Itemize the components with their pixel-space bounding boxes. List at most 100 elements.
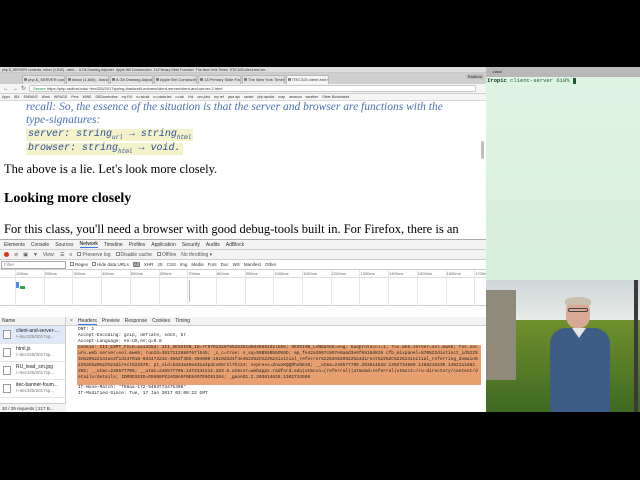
filter-icon[interactable]: ▼ (33, 252, 38, 258)
browser-tab[interactable]: Apple iBrl Construction (154, 75, 197, 84)
top-strip-item[interactable]: The New York Times (196, 67, 228, 72)
browser-tab[interactable]: ITEC325 client and ser... (286, 75, 329, 84)
devtools-tab-profiles[interactable]: Profiles (129, 242, 146, 248)
top-strip-item[interactable]: Apple iBrl Construction (116, 67, 152, 72)
bookmark-item[interactable]: ru-wk (175, 94, 184, 100)
request-row[interactable]: itec-banner-foum.../~itec325/2017sp... (0, 380, 65, 398)
bookmark-item[interactable]: Hol (188, 94, 193, 100)
bookmark-item[interactable]: amazon (289, 94, 301, 100)
regex-checkbox[interactable]: Regex (70, 262, 88, 267)
timeline-gridline (72, 270, 74, 306)
detail-tab-headers[interactable]: Headers (77, 318, 97, 325)
name-column-header[interactable]: Name (0, 317, 65, 326)
bookmark-item[interactable]: weather (306, 94, 318, 100)
bookmark-item[interactable]: ru-wk/sit (136, 94, 149, 100)
hide-data-urls-checkbox[interactable]: Hide data URLs (92, 262, 129, 267)
filter-type-manifest[interactable]: Manifest (244, 262, 261, 267)
profile-badge[interactable]: Radford (465, 74, 484, 79)
devtools-tab-network[interactable]: Network (79, 241, 98, 248)
preserve-log-checkbox[interactable]: Preserve log (77, 251, 111, 258)
detail-tab-cookies[interactable]: Cookies (152, 318, 170, 324)
address-bar: ← → ↻ Secure https://php.radford.edu/~it… (0, 84, 486, 94)
waterfall-view-icon[interactable]: ≡ (70, 252, 73, 258)
bookmark-item[interactable]: racket (244, 94, 254, 100)
offline-checkbox[interactable]: Offline (156, 251, 176, 258)
filter-type-js[interactable]: JS (157, 262, 162, 267)
filter-type-xhr[interactable]: XHR (144, 262, 154, 267)
camera-icon[interactable]: ▣ (23, 252, 28, 258)
devtools-tab-adblock[interactable]: AdBlock (226, 242, 244, 248)
browser-tab[interactable]: The New York Times (242, 75, 285, 84)
page-scrollbar[interactable] (481, 141, 484, 159)
terminal-window[interactable]: -bash Iropic client-server 618% (486, 67, 640, 280)
filter-bar: Filter Regex Hide data URLs All XHR JS CSS I… (0, 260, 486, 270)
bookmark-item[interactable]: Apps (2, 94, 10, 100)
devtools-tab-security[interactable]: Security (182, 242, 200, 248)
devtools-tab-timeline[interactable]: Timeline (104, 242, 123, 248)
top-strip-item[interactable]: php $_SERVER contents (2, 67, 41, 72)
web-page: recall: So, the essence of the situation… (0, 101, 486, 239)
glasses-icon (568, 308, 588, 312)
top-strip-item[interactable]: Inbox (1,840) - weis... (43, 67, 77, 72)
devtools-tab-audits[interactable]: Audits (206, 242, 220, 248)
request-row[interactable]: html.js/~itec325/2017sp... (0, 344, 65, 362)
filter-type-css[interactable]: CSS (167, 262, 176, 267)
timeline-tick-label: 700ms (188, 271, 201, 276)
browser-tab[interactable]: Inbox (1,840) - ibarla... (66, 75, 109, 84)
bookmark-item[interactable]: Work (42, 94, 50, 100)
timeline-gridline (302, 270, 303, 306)
devtools-tab-application[interactable]: Application (151, 242, 175, 248)
browser-tab[interactable]: 13.Primary Slide Function (198, 75, 241, 84)
bookmark-item[interactable]: ru-rdata.fed (153, 94, 171, 100)
browser-tab[interactable]: A Git Drawing Adjuster (110, 75, 153, 84)
devtools-tab-console[interactable]: Console (31, 242, 49, 248)
top-strip-item[interactable]: ITEC325 client and ser... (230, 67, 268, 72)
filter-type-all[interactable]: All (132, 262, 140, 267)
detail-tab-preview[interactable]: Preview (102, 318, 120, 324)
bookmark-item[interactable]: DEEcontrolles (95, 94, 117, 100)
cookie-header-selected[interactable]: Cookie: III_EXPT_FILE=aa13254; III_SESSI… (77, 345, 481, 385)
network-overview-timeline[interactable]: 100ms 200ms 300ms 400ms 500ms 600ms 700ms 800ms… (0, 270, 486, 306)
forward-arrow-icon[interactable]: → (12, 84, 18, 94)
bookmark-item[interactable]: IBX (14, 94, 20, 100)
clear-icon[interactable]: ⊘ (14, 252, 18, 258)
filter-type-doc[interactable]: Doc (221, 262, 229, 267)
filter-type-font[interactable]: Font (208, 262, 217, 267)
filter-type-ws[interactable]: WS (233, 262, 240, 267)
bookmark-item[interactable]: Pers (71, 94, 78, 100)
server-signature: server: stringurl → stringhtml (26, 129, 194, 141)
filter-input[interactable]: Filter (1, 260, 66, 269)
list-view-icon[interactable]: ☰ (60, 252, 64, 258)
browser-tab[interactable]: php $_SERVER contents (22, 75, 65, 84)
disable-cache-checkbox[interactable]: Disable cache (115, 251, 152, 258)
bookmark-item[interactable]: WWE (83, 94, 92, 100)
filter-type-img[interactable]: Img (180, 262, 188, 267)
top-strip-item[interactable]: 13.Primary Slide Function (154, 67, 194, 72)
bookmark-item[interactable]: Other Bookmarks (322, 94, 349, 100)
bookmark-item[interactable]: my RU (122, 94, 133, 100)
bookmark-item[interactable]: java api (228, 94, 240, 100)
bookmark-item[interactable]: php apsdix (257, 94, 274, 100)
filter-type-media[interactable]: Media (191, 262, 203, 267)
bookmark-item[interactable]: unv.jobs (197, 94, 210, 100)
filter-type-other[interactable]: Other (265, 262, 276, 267)
bookmark-item[interactable]: WRAGD (54, 94, 67, 100)
throttling-select[interactable]: No throttling ▾ (181, 252, 212, 258)
top-strip-item[interactable]: A Git Drawing Adjuster (79, 67, 114, 72)
request-row[interactable]: client-and-server-.../~itec325/2017sp... (0, 326, 65, 344)
url-input[interactable]: Secure https://php.radford.edu/~itec325/… (29, 85, 476, 92)
bookmark-item[interactable]: my ref (214, 94, 224, 100)
request-row[interactable]: RU_lead_sm.jpg/~itec325/2017sp... (0, 362, 65, 380)
bookmark-item[interactable]: ENRAVE (24, 94, 38, 100)
close-detail-icon[interactable]: × (70, 318, 73, 324)
timeline-gridline (215, 270, 217, 306)
request-path: /~itec325/2017sp... (16, 388, 55, 393)
back-arrow-icon[interactable]: ← (3, 84, 9, 94)
devtools-tab-elements[interactable]: Elements (4, 242, 25, 248)
detail-tab-response[interactable]: Response (125, 318, 148, 324)
detail-tab-timing[interactable]: Timing (175, 318, 190, 324)
reload-icon[interactable]: ↻ (21, 84, 26, 94)
devtools-tab-sources[interactable]: Sources (55, 242, 73, 248)
record-icon[interactable] (4, 252, 9, 257)
bookmark-item[interactable]: map (278, 94, 285, 100)
